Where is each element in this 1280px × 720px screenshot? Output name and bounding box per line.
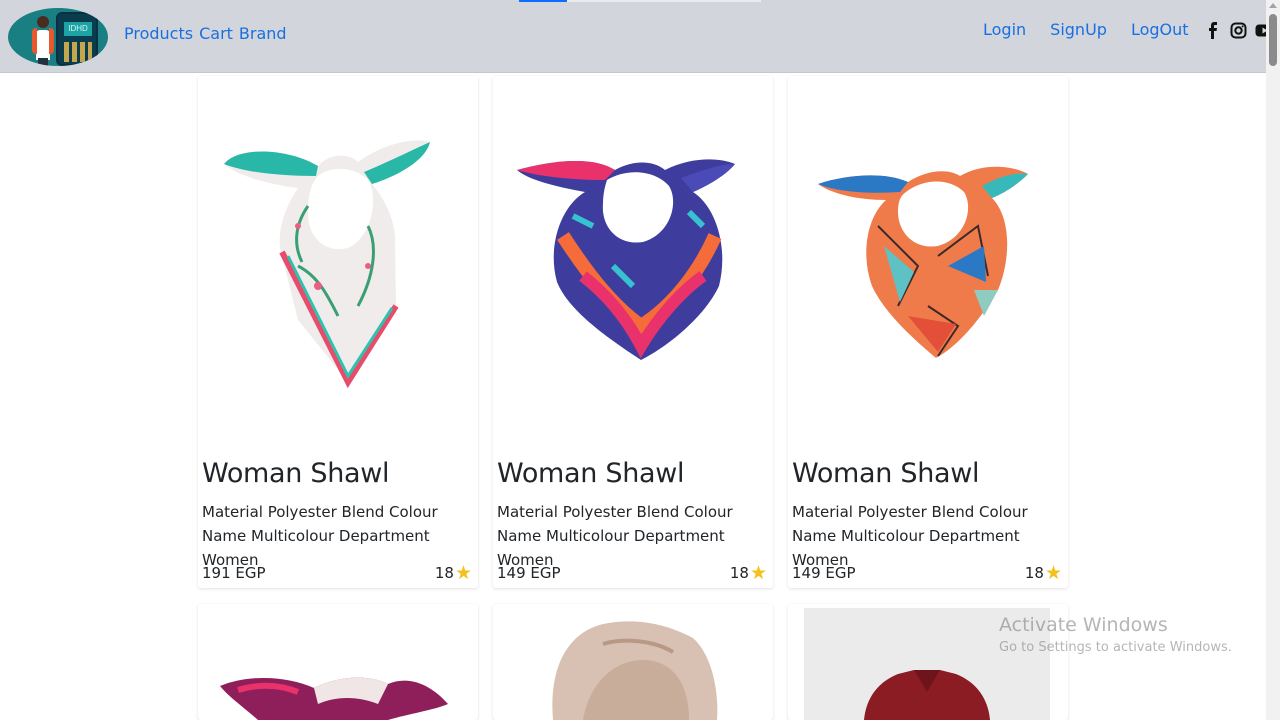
product-card[interactable] <box>198 604 478 720</box>
instagram-icon[interactable] <box>1230 22 1247 39</box>
product-image-shawl[interactable] <box>198 604 478 720</box>
product-title: Woman Shawl <box>792 458 980 489</box>
product-image-shawl[interactable] <box>493 76 773 446</box>
logo-phone-graphic: IDHD <box>56 12 98 66</box>
product-card[interactable]: Woman Shawl Material Polyester Blend Col… <box>198 76 478 588</box>
product-image-shawl[interactable] <box>198 76 478 446</box>
product-price: 149 EGP <box>792 564 856 582</box>
product-rating: 18 ★ <box>1025 562 1062 584</box>
facebook-icon[interactable] <box>1205 21 1222 39</box>
brand-logo[interactable]: IDHD <box>8 8 108 66</box>
product-price: 149 EGP <box>497 564 561 582</box>
loading-progress-bar <box>519 0 761 2</box>
logout-link[interactable]: LogOut <box>1131 20 1189 40</box>
nav-link-products[interactable]: Products <box>124 24 193 44</box>
product-image-shawl[interactable] <box>788 76 1068 446</box>
product-price: 191 EGP <box>202 564 266 582</box>
rating-value: 18 <box>1024 564 1044 582</box>
activate-windows-watermark: Activate Windows Go to Settings to activ… <box>999 614 1232 655</box>
nav-link-cart[interactable]: Cart <box>199 24 233 44</box>
rating-value: 18 <box>729 564 749 582</box>
signup-link[interactable]: SignUp <box>1050 20 1107 40</box>
product-rating: 18 ★ <box>435 562 472 584</box>
product-title: Woman Shawl <box>202 458 390 489</box>
navbar: IDHD Products Cart Brand Login SignUp Lo… <box>0 0 1274 73</box>
page-scrollbar[interactable] <box>1266 0 1280 720</box>
product-title: Woman Shawl <box>497 458 685 489</box>
nav-link-brand[interactable]: Brand <box>239 24 287 44</box>
scroll-up-arrow-icon[interactable] <box>1269 3 1277 8</box>
product-image-scarf[interactable] <box>493 604 773 720</box>
scrollbar-thumb[interactable] <box>1269 14 1277 66</box>
nav-left-links: Products Cart Brand <box>124 24 287 44</box>
social-links <box>1205 21 1274 39</box>
product-card[interactable]: Woman Shawl Material Polyester Blend Col… <box>493 76 773 588</box>
product-card[interactable] <box>493 604 773 720</box>
star-icon: ★ <box>1044 562 1062 584</box>
rating-value: 18 <box>434 564 454 582</box>
star-icon: ★ <box>454 562 472 584</box>
login-link[interactable]: Login <box>983 20 1026 40</box>
nav-right-links: Login SignUp LogOut <box>983 20 1274 40</box>
product-card[interactable]: Woman Shawl Material Polyester Blend Col… <box>788 76 1068 588</box>
star-icon: ★ <box>749 562 767 584</box>
product-rating: 18 ★ <box>730 562 767 584</box>
